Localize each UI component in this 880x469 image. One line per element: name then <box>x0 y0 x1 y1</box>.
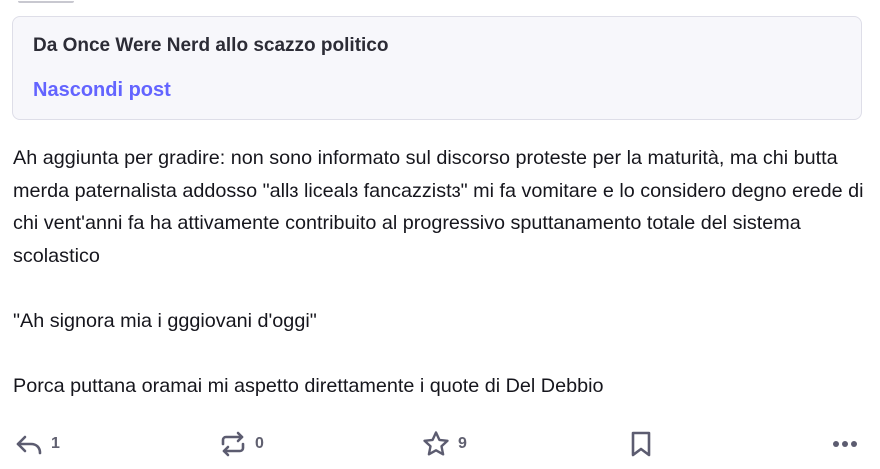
boost-button[interactable]: 0 <box>218 422 264 466</box>
star-icon <box>421 429 451 459</box>
boost-icon <box>218 429 248 459</box>
post-paragraph: Porca puttana oramai mi aspetto direttam… <box>13 375 604 398</box>
hide-post-toggle[interactable]: Nascondi post <box>33 77 171 103</box>
more-horizontal-icon <box>830 429 860 459</box>
reply-icon <box>14 429 44 459</box>
boost-count: 0 <box>255 435 264 452</box>
bookmark-button[interactable] <box>628 422 654 466</box>
reply-button[interactable]: 1 <box>14 422 60 466</box>
favourite-count: 9 <box>458 435 467 452</box>
bookmark-icon <box>628 429 654 459</box>
post-action-bar: 1 0 9 <box>0 422 880 466</box>
more-options-button[interactable] <box>830 422 860 466</box>
previous-item-edge <box>18 0 74 3</box>
favourite-button[interactable]: 9 <box>421 422 467 466</box>
post-paragraph: Ah aggiunta per gradire: non sono inform… <box>13 147 864 267</box>
post-content: Ah aggiunta per gradire: non sono inform… <box>13 142 871 403</box>
content-warning-card: Da Once Were Nerd allo scazzo politico N… <box>12 16 862 120</box>
content-warning-text: Da Once Were Nerd allo scazzo politico <box>33 35 389 56</box>
reply-count: 1 <box>51 435 60 452</box>
post-paragraph: "Ah signora mia i gggiovani d'oggi" <box>13 309 317 332</box>
